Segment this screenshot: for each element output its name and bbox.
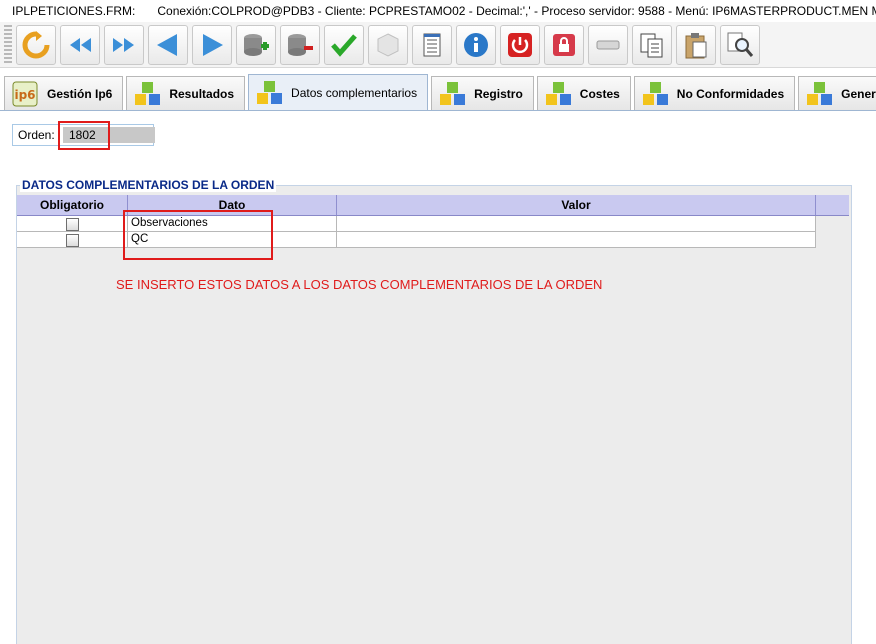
copy-icon[interactable] [632,24,672,65]
info-icon[interactable] [456,24,496,65]
column-header-obligatorio[interactable]: Obligatorio [17,195,128,215]
tab-panel: Orden: 1802 DATOS COMPLEMENTARIOS DE LA … [0,110,876,644]
cubes-icon [545,81,571,105]
cubes-icon [807,81,833,105]
cubes-icon [642,81,668,105]
tab-registro[interactable]: Registro [431,76,534,110]
orden-highlight-box [58,121,110,150]
column-header-filler [816,195,849,215]
tab-label: Registro [474,86,523,101]
tab-label: Resultados [169,86,235,101]
tab-label: Datos complementarios [291,85,418,100]
form-icon[interactable] [412,24,452,65]
tab-costes[interactable]: Costes [536,76,631,110]
dato-highlight-box [123,210,273,260]
ip6-logo-icon: ip6 [12,81,38,106]
tab-strip: ip6 Gestión Ip6 Resultados Datos complem… [0,72,876,110]
svg-text:ip6: ip6 [14,88,35,102]
connection-info: Conexión:COLPROD@PDB3 - Cliente: PCPREST… [157,4,876,18]
toolbar-grip[interactable] [4,24,12,65]
valor-cell[interactable] [337,216,816,232]
obligatorio-cell [17,216,128,232]
fast-forward-icon[interactable] [104,24,144,65]
lock-icon[interactable] [544,24,584,65]
orden-label: Orden: [18,128,55,142]
obligatorio-checkbox[interactable] [65,234,79,247]
forward-triangle-icon[interactable] [192,24,232,65]
column-header-valor[interactable]: Valor [337,195,816,215]
blank-bar-icon[interactable] [588,24,628,65]
tab-label: No Conformidades [676,86,785,101]
window-title: IPLPETICIONES.FRM: [12,4,136,18]
cubes-icon [257,80,283,104]
annotation-text: SE INSERTO ESTOS DATOS A LOS DATOS COMPL… [116,277,603,292]
tab-label: Gestión Ip6 [47,86,113,101]
tab-label: Genera [841,86,876,101]
power-icon[interactable] [500,24,540,65]
rewind-icon[interactable] [60,24,100,65]
group-title: DATOS COMPLEMENTARIOS DE LA ORDEN [20,178,277,192]
paste-icon[interactable] [676,24,716,65]
tab-genera[interactable]: Genera [798,76,876,110]
checkmark-icon[interactable] [324,24,364,65]
obligatorio-cell [17,232,128,248]
db-add-icon[interactable] [236,24,276,65]
tab-datos-complementarios[interactable]: Datos complementarios [248,74,429,110]
cubes-icon [440,81,466,105]
valor-cell[interactable] [337,232,816,248]
obligatorio-checkbox[interactable] [65,218,79,231]
tab-no-conformidades[interactable]: No Conformidades [633,76,796,110]
tab-resultados[interactable]: Resultados [126,76,246,110]
cubes-icon [135,81,161,105]
tab-gestion-ip6[interactable]: ip6 Gestión Ip6 [4,76,124,110]
back-triangle-icon[interactable] [148,24,188,65]
cube-icon[interactable] [368,24,408,65]
title-bar: IPLPETICIONES.FRM: Conexión:COLPROD@PDB3… [0,0,876,22]
zoom-icon[interactable] [720,24,760,65]
refresh-icon[interactable] [16,24,56,65]
toolbar [0,22,876,68]
tab-label: Costes [579,86,620,101]
db-remove-icon[interactable] [280,24,320,65]
